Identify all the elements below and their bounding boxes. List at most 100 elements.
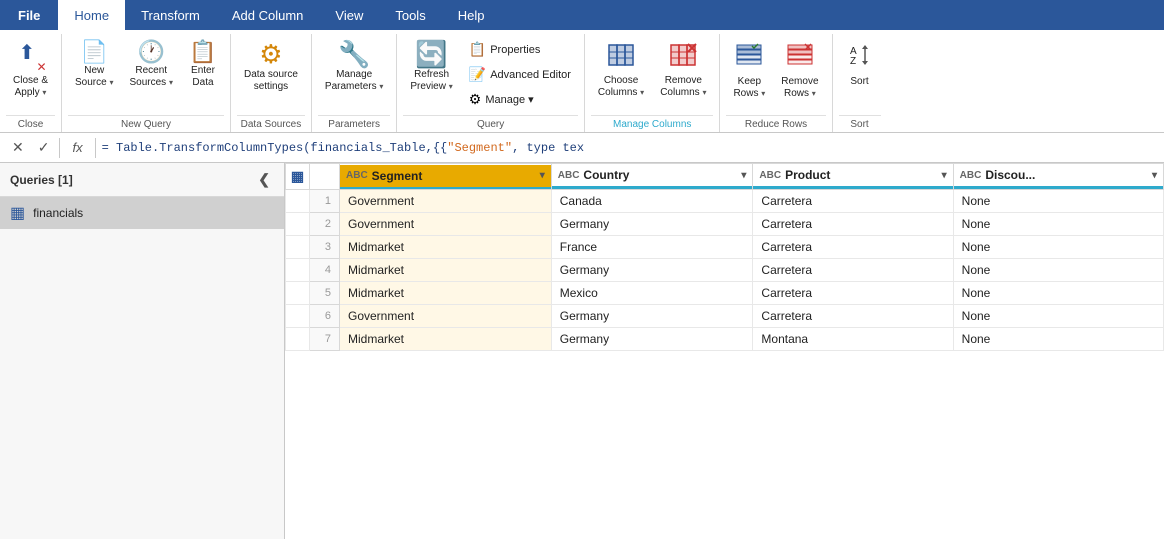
cell-segment: Government	[340, 305, 552, 328]
ribbon-group-new-query: 📄 NewSource ▾ 🕐 RecentSources ▾ 📋 EnterD…	[62, 34, 231, 132]
row-num: 1	[310, 190, 340, 213]
row-num: 4	[310, 259, 340, 282]
remove-columns-button[interactable]: RemoveColumns ▾	[653, 38, 713, 102]
data-area[interactable]: ▦ ABC Segment ▾	[285, 163, 1164, 539]
svg-text:Z: Z	[850, 56, 856, 67]
table-row[interactable]: 7 Midmarket Germany Montana None	[286, 328, 1164, 351]
formula-confirm-button[interactable]: ✓	[34, 137, 54, 158]
formula-text[interactable]: = Table.TransformColumnTypes(financials_…	[102, 141, 1156, 155]
manage-parameters-label: ManageParameters ▾	[325, 69, 383, 93]
cell-discount: None	[953, 213, 1163, 236]
cell-discount: None	[953, 328, 1163, 351]
sort-button[interactable]: A Z Sort	[839, 38, 881, 91]
manage-parameters-button[interactable]: 🔧 ManageParameters ▾	[318, 38, 390, 96]
row-checkbox[interactable]	[286, 305, 310, 328]
formula-cancel-button[interactable]: ✕	[8, 137, 28, 158]
col-type-icon-discount: ABC	[960, 170, 982, 181]
cell-country: Germany	[551, 305, 753, 328]
properties-button[interactable]: 📋 Properties	[462, 38, 578, 61]
cell-segment: Government	[340, 213, 552, 236]
row-num: 3	[310, 236, 340, 259]
col-dropdown-segment[interactable]: ▾	[540, 170, 545, 181]
keep-rows-button[interactable]: KeepRows ▾	[726, 38, 772, 103]
choose-columns-button[interactable]: ChooseColumns ▾	[591, 38, 651, 102]
col-type-icon-country: ABC	[558, 170, 580, 181]
table-row[interactable]: 4 Midmarket Germany Carretera None	[286, 259, 1164, 282]
refresh-preview-label: RefreshPreview ▾	[410, 69, 452, 93]
col-header-segment[interactable]: ABC Segment ▾	[340, 164, 552, 190]
sidebar-item-financials[interactable]: ▦ financials	[0, 197, 284, 229]
enter-data-label: EnterData	[191, 65, 215, 89]
new-source-button[interactable]: 📄 NewSource ▾	[68, 38, 120, 92]
properties-icon: 📋	[469, 41, 486, 58]
sidebar-collapse-button[interactable]: ❮	[254, 169, 274, 190]
ribbon-group-close: ⬆ ✕ Close &Apply ▾ Close	[0, 34, 62, 132]
col-dropdown-country[interactable]: ▾	[741, 170, 746, 181]
table-row[interactable]: 1 Government Canada Carretera None	[286, 190, 1164, 213]
cell-country: France	[551, 236, 753, 259]
row-num-header	[310, 164, 340, 190]
formula-bar-separator	[59, 138, 60, 158]
cell-discount: None	[953, 236, 1163, 259]
cell-segment: Government	[340, 190, 552, 213]
enter-data-button[interactable]: 📋 EnterData	[182, 38, 224, 92]
cell-product: Carretera	[753, 236, 953, 259]
table-icon: ▦	[10, 203, 25, 223]
recent-sources-button[interactable]: 🕐 RecentSources ▾	[123, 38, 180, 92]
tab-help[interactable]: Help	[442, 0, 501, 30]
advanced-editor-label: Advanced Editor	[490, 69, 571, 81]
ribbon-group-parameters: 🔧 ManageParameters ▾ Parameters	[312, 34, 397, 132]
tab-transform[interactable]: Transform	[125, 0, 216, 30]
row-checkbox[interactable]	[286, 328, 310, 351]
table-row[interactable]: 2 Government Germany Carretera None	[286, 213, 1164, 236]
row-checkbox[interactable]	[286, 282, 310, 305]
cell-product: Carretera	[753, 213, 953, 236]
refresh-preview-button[interactable]: 🔄 RefreshPreview ▾	[403, 38, 459, 96]
ribbon-group-manage-columns-label: Manage Columns	[591, 115, 714, 132]
tab-home[interactable]: Home	[58, 0, 125, 30]
row-checkbox[interactable]	[286, 236, 310, 259]
cell-product: Carretera	[753, 282, 953, 305]
ribbon-group-data-sources: ⚙ Data sourcesettings Data Sources	[231, 34, 312, 132]
tab-file[interactable]: File	[0, 0, 58, 30]
close-apply-button[interactable]: ⬆ ✕ Close &Apply ▾	[6, 38, 55, 102]
select-all-header[interactable]: ▦	[286, 164, 310, 190]
col-dropdown-product[interactable]: ▾	[942, 170, 947, 181]
advanced-editor-button[interactable]: 📝 Advanced Editor	[462, 63, 578, 86]
row-checkbox[interactable]	[286, 213, 310, 236]
tab-add-column[interactable]: Add Column	[216, 0, 320, 30]
col-header-country[interactable]: ABC Country ▾	[551, 164, 753, 190]
tab-bar: File Home Transform Add Column View Tool…	[0, 0, 1164, 30]
remove-rows-button[interactable]: RemoveRows ▾	[774, 38, 825, 103]
col-header-product[interactable]: ABC Product ▾	[753, 164, 953, 190]
table-row[interactable]: 3 Midmarket France Carretera None	[286, 236, 1164, 259]
ribbon-group-query-label: Query	[403, 115, 578, 132]
row-num: 7	[310, 328, 340, 351]
sidebar-header: Queries [1] ❮	[0, 163, 284, 197]
ribbon-group-reduce-rows-label: Reduce Rows	[726, 115, 825, 132]
data-table: ▦ ABC Segment ▾	[285, 163, 1164, 351]
table-row[interactable]: 5 Midmarket Mexico Carretera None	[286, 282, 1164, 305]
manage-icon: ⚙	[469, 91, 482, 108]
cell-product: Carretera	[753, 190, 953, 213]
cell-country: Germany	[551, 259, 753, 282]
data-source-settings-button[interactable]: ⚙ Data sourcesettings	[237, 38, 305, 96]
cell-segment: Midmarket	[340, 259, 552, 282]
col-type-icon-segment: ABC	[346, 170, 368, 181]
row-checkbox[interactable]	[286, 190, 310, 213]
tab-view[interactable]: View	[319, 0, 379, 30]
manage-parameters-icon: 🔧	[338, 41, 370, 67]
close-apply-icon: ⬆ ✕	[15, 41, 47, 73]
manage-button[interactable]: ⚙ Manage ▾	[462, 88, 578, 111]
sort-label: Sort	[850, 76, 868, 88]
tab-tools[interactable]: Tools	[379, 0, 441, 30]
sidebar: Queries [1] ❮ ▦ financials	[0, 163, 285, 539]
table-row[interactable]: 6 Government Germany Carretera None	[286, 305, 1164, 328]
manage-label: Manage ▾	[485, 93, 533, 106]
row-num: 5	[310, 282, 340, 305]
row-checkbox[interactable]	[286, 259, 310, 282]
enter-data-icon: 📋	[189, 41, 216, 63]
col-dropdown-discount[interactable]: ▾	[1152, 170, 1157, 181]
col-header-discount[interactable]: ABC Discou... ▾	[953, 164, 1163, 190]
ribbon-group-sort-label: Sort	[839, 115, 881, 132]
